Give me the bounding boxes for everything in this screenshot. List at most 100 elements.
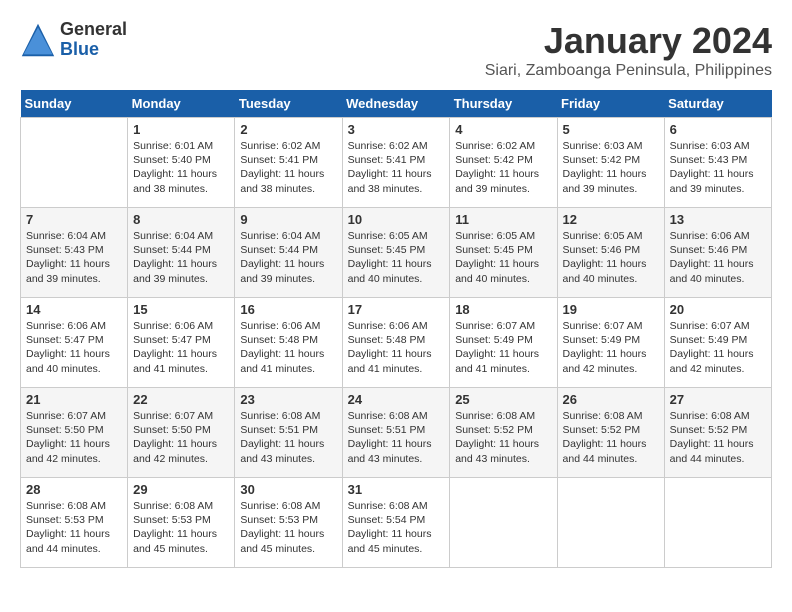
day-number: 14	[26, 302, 122, 317]
calendar-cell: 21Sunrise: 6:07 AM Sunset: 5:50 PM Dayli…	[21, 388, 128, 478]
day-info: Sunrise: 6:08 AM Sunset: 5:53 PM Dayligh…	[240, 499, 336, 556]
day-info: Sunrise: 6:08 AM Sunset: 5:52 PM Dayligh…	[563, 409, 659, 466]
calendar-cell: 8 Sunrise: 6:04 AM Sunset: 5:44 PM Daylig…	[128, 208, 235, 298]
logo-text: General Blue	[60, 20, 127, 60]
calendar-cell: 6 Sunrise: 6:03 AM Sunset: 5:43 PM Daylig…	[664, 118, 771, 208]
logo-icon	[20, 22, 56, 58]
calendar-week-row: 7Sunrise: 6:04 AM Sunset: 5:43 PM Daylig…	[21, 208, 772, 298]
day-number: 25	[455, 392, 551, 407]
day-number: 22	[133, 392, 229, 407]
day-number: 24	[348, 392, 445, 407]
calendar-cell: 1 Sunrise: 6:01 AM Sunset: 5:40 PM Daylig…	[128, 118, 235, 208]
day-info: Sunrise: 6:07 AM Sunset: 5:49 PM Dayligh…	[455, 319, 551, 376]
calendar-cell: 28 Sunrise: 6:08 AM Sunset: 5:53 PM Dayli…	[21, 478, 128, 568]
day-number: 27	[670, 392, 766, 407]
calendar-cell: 11 Sunrise: 6:05 AM Sunset: 5:45 PM Dayli…	[450, 208, 557, 298]
day-info: Sunrise: 6:08 AM Sunset: 5:51 PM Dayligh…	[240, 409, 336, 466]
day-info: Sunrise: 6:06 AM Sunset: 5:47 PM Dayligh…	[133, 319, 229, 376]
day-info: Sunrise: 6:02 AM Sunset: 5:42 PM Dayligh…	[455, 139, 551, 196]
calendar-cell: 17 Sunrise: 6:06 AM Sunset: 5:48 PM Dayli…	[342, 298, 450, 388]
day-number: 19	[563, 302, 659, 317]
calendar-subtitle: Siari, Zamboanga Peninsula, Philippines	[485, 62, 772, 80]
day-number: 2	[240, 122, 336, 137]
calendar-cell: 9Sunrise: 6:04 AM Sunset: 5:44 PM Daylig…	[235, 208, 342, 298]
calendar-cell	[664, 478, 771, 568]
day-info: Sunrise: 6:08 AM Sunset: 5:53 PM Dayligh…	[133, 499, 229, 556]
day-number: 20	[670, 302, 766, 317]
day-info: Sunrise: 6:08 AM Sunset: 5:54 PM Dayligh…	[348, 499, 445, 556]
calendar-week-row: 21Sunrise: 6:07 AM Sunset: 5:50 PM Dayli…	[21, 388, 772, 478]
logo: General Blue	[20, 20, 127, 60]
day-number: 29	[133, 482, 229, 497]
weekday-header-row: SundayMondayTuesdayWednesdayThursdayFrid…	[21, 90, 772, 118]
day-number: 6	[670, 122, 766, 137]
day-info: Sunrise: 6:06 AM Sunset: 5:46 PM Dayligh…	[670, 229, 766, 286]
day-info: Sunrise: 6:06 AM Sunset: 5:48 PM Dayligh…	[348, 319, 445, 376]
day-number: 26	[563, 392, 659, 407]
calendar-title: January 2024	[485, 20, 772, 62]
calendar-cell: 19 Sunrise: 6:07 AM Sunset: 5:49 PM Dayli…	[557, 298, 664, 388]
day-info: Sunrise: 6:02 AM Sunset: 5:41 PM Dayligh…	[240, 139, 336, 196]
day-number: 31	[348, 482, 445, 497]
day-info: Sunrise: 6:01 AM Sunset: 5:40 PM Dayligh…	[133, 139, 229, 196]
day-info: Sunrise: 6:07 AM Sunset: 5:49 PM Dayligh…	[563, 319, 659, 376]
day-number: 1	[133, 122, 229, 137]
day-info: Sunrise: 6:03 AM Sunset: 5:42 PM Dayligh…	[563, 139, 659, 196]
calendar-week-row: 1 Sunrise: 6:01 AM Sunset: 5:40 PM Daylig…	[21, 118, 772, 208]
day-number: 13	[670, 212, 766, 227]
day-info: Sunrise: 6:06 AM Sunset: 5:48 PM Dayligh…	[240, 319, 336, 376]
calendar-cell: 5 Sunrise: 6:03 AM Sunset: 5:42 PM Daylig…	[557, 118, 664, 208]
day-number: 5	[563, 122, 659, 137]
day-number: 28	[26, 482, 122, 497]
day-info: Sunrise: 6:08 AM Sunset: 5:52 PM Dayligh…	[455, 409, 551, 466]
day-info: Sunrise: 6:05 AM Sunset: 5:46 PM Dayligh…	[563, 229, 659, 286]
calendar-cell: 29 Sunrise: 6:08 AM Sunset: 5:53 PM Dayli…	[128, 478, 235, 568]
day-info: Sunrise: 6:02 AM Sunset: 5:41 PM Dayligh…	[348, 139, 445, 196]
day-number: 23	[240, 392, 336, 407]
day-info: Sunrise: 6:04 AM Sunset: 5:44 PM Dayligh…	[133, 229, 229, 286]
calendar-cell: 7Sunrise: 6:04 AM Sunset: 5:43 PM Daylig…	[21, 208, 128, 298]
weekday-header: Monday	[128, 90, 235, 118]
calendar-cell: 20 Sunrise: 6:07 AM Sunset: 5:49 PM Dayli…	[664, 298, 771, 388]
calendar-cell: 12Sunrise: 6:05 AM Sunset: 5:46 PM Dayli…	[557, 208, 664, 298]
day-number: 4	[455, 122, 551, 137]
day-info: Sunrise: 6:07 AM Sunset: 5:49 PM Dayligh…	[670, 319, 766, 376]
day-info: Sunrise: 6:08 AM Sunset: 5:51 PM Dayligh…	[348, 409, 445, 466]
calendar-cell: 2 Sunrise: 6:02 AM Sunset: 5:41 PM Daylig…	[235, 118, 342, 208]
day-number: 7	[26, 212, 122, 227]
calendar-cell	[557, 478, 664, 568]
calendar-cell: 4 Sunrise: 6:02 AM Sunset: 5:42 PM Daylig…	[450, 118, 557, 208]
calendar-cell: 23 Sunrise: 6:08 AM Sunset: 5:51 PM Dayli…	[235, 388, 342, 478]
calendar-cell	[450, 478, 557, 568]
calendar-cell: 26 Sunrise: 6:08 AM Sunset: 5:52 PM Dayli…	[557, 388, 664, 478]
day-number: 11	[455, 212, 551, 227]
weekday-header: Wednesday	[342, 90, 450, 118]
logo-blue: Blue	[60, 39, 99, 59]
calendar-cell: 27Sunrise: 6:08 AM Sunset: 5:52 PM Dayli…	[664, 388, 771, 478]
weekday-header: Sunday	[21, 90, 128, 118]
day-info: Sunrise: 6:06 AM Sunset: 5:47 PM Dayligh…	[26, 319, 122, 376]
day-info: Sunrise: 6:05 AM Sunset: 5:45 PM Dayligh…	[455, 229, 551, 286]
calendar-cell: 3 Sunrise: 6:02 AM Sunset: 5:41 PM Daylig…	[342, 118, 450, 208]
day-number: 8	[133, 212, 229, 227]
calendar-cell	[21, 118, 128, 208]
calendar-week-row: 14 Sunrise: 6:06 AM Sunset: 5:47 PM Dayli…	[21, 298, 772, 388]
weekday-header: Tuesday	[235, 90, 342, 118]
logo-general: General	[60, 19, 127, 39]
day-number: 9	[240, 212, 336, 227]
calendar-cell: 31 Sunrise: 6:08 AM Sunset: 5:54 PM Dayli…	[342, 478, 450, 568]
calendar-table: SundayMondayTuesdayWednesdayThursdayFrid…	[20, 90, 772, 568]
calendar-cell: 30Sunrise: 6:08 AM Sunset: 5:53 PM Dayli…	[235, 478, 342, 568]
weekday-header: Saturday	[664, 90, 771, 118]
calendar-cell: 25 Sunrise: 6:08 AM Sunset: 5:52 PM Dayli…	[450, 388, 557, 478]
calendar-cell: 13 Sunrise: 6:06 AM Sunset: 5:46 PM Dayli…	[664, 208, 771, 298]
calendar-week-row: 28 Sunrise: 6:08 AM Sunset: 5:53 PM Dayli…	[21, 478, 772, 568]
day-info: Sunrise: 6:03 AM Sunset: 5:43 PM Dayligh…	[670, 139, 766, 196]
day-number: 17	[348, 302, 445, 317]
weekday-header: Friday	[557, 90, 664, 118]
calendar-cell: 10Sunrise: 6:05 AM Sunset: 5:45 PM Dayli…	[342, 208, 450, 298]
page-header: General Blue January 2024 Siari, Zamboan…	[20, 20, 772, 80]
day-info: Sunrise: 6:08 AM Sunset: 5:53 PM Dayligh…	[26, 499, 122, 556]
day-number: 3	[348, 122, 445, 137]
calendar-cell: 14 Sunrise: 6:06 AM Sunset: 5:47 PM Dayli…	[21, 298, 128, 388]
